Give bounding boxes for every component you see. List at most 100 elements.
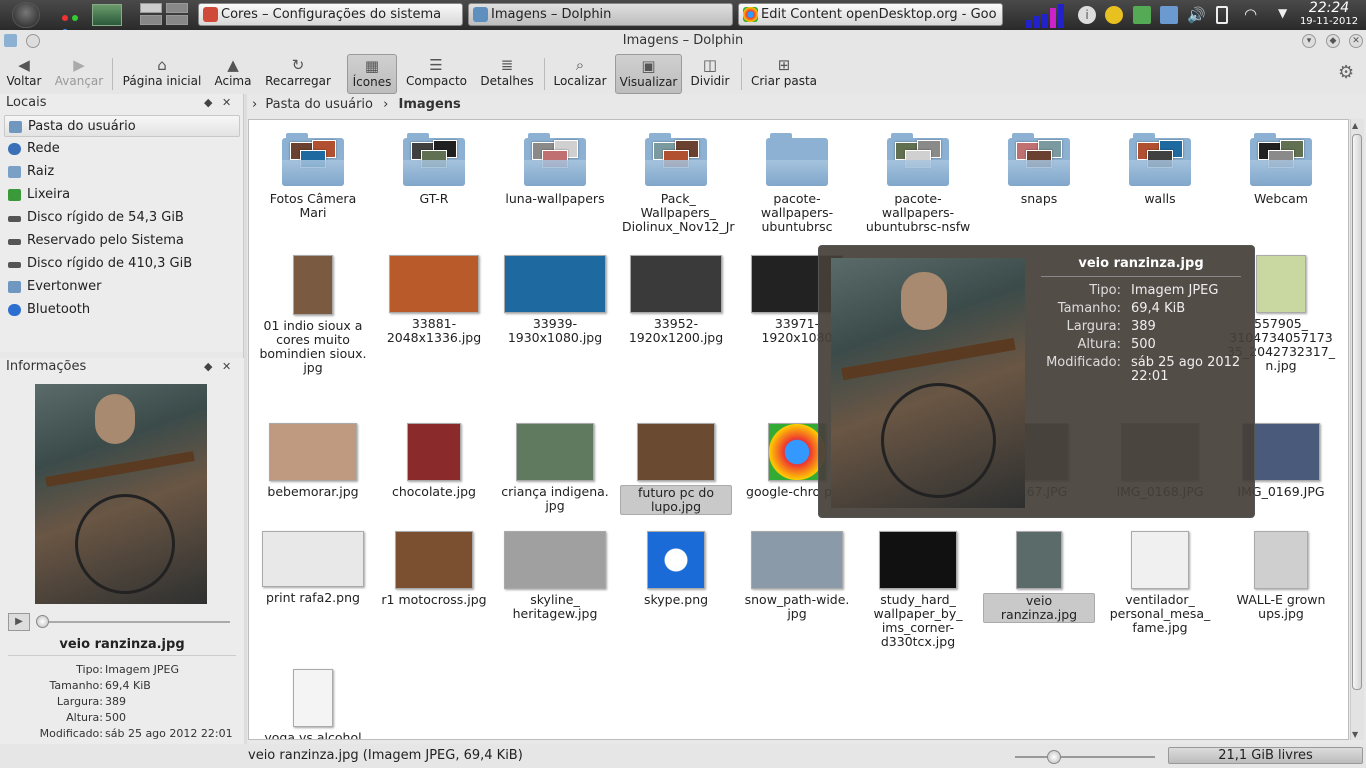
file-item[interactable]: bebemorar.jpg	[257, 423, 369, 499]
pager-desktop-4[interactable]	[166, 15, 188, 25]
folder-item[interactable]: Fotos Câmera Mari	[257, 133, 369, 220]
file-item[interactable]: r1 motocross.jpg	[378, 531, 490, 607]
file-item[interactable]: yoga vs alcohol	[257, 669, 369, 739]
panel-float-icon[interactable]: ◆	[204, 96, 212, 109]
preview-slider[interactable]	[38, 621, 230, 623]
place-home[interactable]: Pasta do usuário	[4, 115, 240, 137]
task-dolphin[interactable]: Imagens – Dolphin	[468, 3, 733, 26]
update-icon[interactable]	[1133, 6, 1151, 24]
zoom-slider-knob[interactable]	[1047, 750, 1061, 764]
free-space-bar[interactable]: 21,1 GiB livres	[1168, 747, 1363, 764]
window-sticky-icon[interactable]	[26, 34, 40, 48]
file-item[interactable]: study_hard_ wallpaper_by_ ims_corner- d3…	[862, 531, 974, 649]
folder-item[interactable]: pacote- wallpapers- ubuntubrsc	[741, 133, 853, 234]
new-folder-button[interactable]: ⊞ Criar pasta	[750, 54, 818, 94]
pager-desktop-3[interactable]	[140, 15, 162, 25]
folder-name: Pack_ Wallpapers_ Diolinux_Nov12_Jr	[622, 191, 735, 234]
hard-disk-icon	[8, 216, 21, 222]
scrollbar-thumb[interactable]	[1352, 134, 1362, 690]
place-trash[interactable]: Lixeira	[4, 184, 240, 206]
preview-slider-knob[interactable]	[36, 615, 49, 628]
folder-item[interactable]: walls	[1104, 133, 1216, 206]
file-item[interactable]: ventilador_ personal_mesa_ fame.jpg	[1104, 531, 1216, 635]
minimize-icon[interactable]: ▾	[1302, 34, 1316, 48]
place-bluetooth[interactable]: Bluetooth	[4, 299, 240, 321]
file-item[interactable]: 33939- 1930x1080.jpg	[499, 255, 611, 345]
zoom-slider[interactable]	[1015, 756, 1155, 758]
file-tooltip: veio ranzinza.jpg Tipo: Imagem JPEG Taman…	[818, 245, 1255, 518]
file-item[interactable]: 33952- 1920x1200.jpg	[620, 255, 732, 345]
icons-view-button[interactable]: ▦ Ícones	[347, 54, 397, 94]
info-row-height: Altura: 500	[66, 711, 126, 724]
scroll-down-icon[interactable]: ▼	[1352, 730, 1358, 739]
back-button[interactable]: ◀ Voltar	[4, 54, 44, 94]
volume-icon[interactable]: 🔊	[1187, 6, 1206, 24]
file-item[interactable]: snow_path-wide. jpg	[741, 531, 853, 621]
clock[interactable]: 22:24 19-11-2012	[1298, 0, 1360, 27]
file-item[interactable]: 01 indio sioux a cores muito bomindien s…	[257, 255, 369, 375]
folder-item[interactable]: Webcam	[1225, 133, 1337, 206]
file-item[interactable]: chocolate.jpg	[378, 423, 490, 499]
kde-menu-icon[interactable]	[12, 2, 40, 28]
forward-button[interactable]: ▶ Avançar	[54, 54, 104, 94]
folder-item[interactable]: pacote- wallpapers- ubuntubrsc-nsfw	[862, 133, 974, 234]
folder-item[interactable]: luna-wallpapers	[499, 133, 611, 206]
wifi-icon[interactable]: ◠	[1244, 5, 1257, 23]
cpu-monitor-icon[interactable]	[1024, 4, 1064, 28]
tray-expand-icon[interactable]: ▼	[1278, 6, 1287, 20]
close-icon[interactable]: ✕	[1349, 34, 1363, 48]
scroll-up-icon[interactable]: ▲	[1352, 121, 1358, 130]
gear-icon[interactable]: ⚙	[1338, 62, 1354, 83]
file-item[interactable]: skype.png	[620, 531, 732, 607]
file-item[interactable]: criança indigena. jpg	[499, 423, 611, 513]
up-button[interactable]: ▲ Acima	[212, 54, 254, 94]
maximize-icon[interactable]: ◆	[1326, 34, 1340, 48]
play-icon[interactable]: ▶	[8, 613, 30, 631]
file-thumbnail	[262, 531, 364, 587]
reload-button[interactable]: ↻ Recarregar	[264, 54, 332, 94]
info-icon[interactable]: i	[1078, 6, 1096, 24]
breadcrumb-home[interactable]: Pasta do usuário	[265, 97, 373, 112]
preview-button[interactable]: ▣ Visualizar	[615, 54, 682, 94]
home-button[interactable]: ⌂ Página inicial	[122, 54, 202, 94]
folder-item[interactable]: GT-R	[378, 133, 490, 206]
activity-dots-icon[interactable]	[62, 10, 86, 35]
file-item[interactable]: print rafa2.png	[257, 531, 369, 605]
folder-front	[524, 160, 586, 186]
window-app-icon[interactable]	[4, 34, 17, 47]
window-titlebar[interactable]: Imagens – Dolphin ▾ ◆ ✕	[0, 30, 1366, 52]
breadcrumb-separator[interactable]: ›	[383, 97, 388, 112]
place-network[interactable]: Rede	[4, 138, 240, 160]
file-item[interactable]: 33881- 2048x1336.jpg	[378, 255, 490, 345]
breadcrumb-current[interactable]: Imagens	[398, 97, 460, 112]
battery-icon[interactable]	[1216, 6, 1228, 24]
compact-view-button[interactable]: ☰ Compacto	[406, 54, 467, 94]
place-evertonwer[interactable]: Evertonwer	[4, 276, 240, 298]
folder-item[interactable]: snaps	[983, 133, 1095, 206]
folder-item[interactable]: Pack_ Wallpapers_ Diolinux_Nov12_Jr	[620, 133, 735, 234]
file-item[interactable]: WALL-E grown ups.jpg	[1225, 531, 1337, 621]
place-disk-410[interactable]: Disco rígido de 410,3 GiB	[4, 253, 240, 275]
clipboard-icon[interactable]	[1105, 6, 1123, 24]
file-item[interactable]: veio ranzinza.jpg	[983, 531, 1095, 623]
panel-close-icon[interactable]: ✕	[222, 360, 231, 373]
panel-float-icon[interactable]: ◆	[204, 360, 212, 373]
panel-close-icon[interactable]: ✕	[222, 96, 231, 109]
file-item[interactable]: futuro pc do lupo.jpg	[620, 423, 732, 515]
split-button[interactable]: ◫ Dividir	[689, 54, 731, 94]
desktop-preview-icon[interactable]	[92, 4, 122, 26]
file-item[interactable]: skyline_ heritagew.jpg	[499, 531, 611, 621]
task-browser[interactable]: Edit Content openDesktop.org - Goo	[738, 3, 1003, 26]
place-system-reserved[interactable]: Reservado pelo Sistema	[4, 230, 240, 252]
breadcrumb-root-arrow[interactable]: ›	[252, 97, 257, 112]
folder-icon	[766, 133, 828, 186]
pager-desktop-1[interactable]	[140, 3, 162, 13]
details-view-button[interactable]: ≣ Detalhes	[480, 54, 534, 94]
place-root[interactable]: Raiz	[4, 161, 240, 183]
find-button[interactable]: ⌕ Localizar	[552, 54, 608, 94]
task-system-settings[interactable]: Cores – Configurações do sistema	[198, 3, 463, 26]
pager-desktop-2[interactable]	[166, 3, 188, 13]
network-devices-icon[interactable]	[1160, 6, 1178, 24]
file-name: skype.png	[643, 592, 709, 607]
place-disk-54[interactable]: Disco rígido de 54,3 GiB	[4, 207, 240, 229]
